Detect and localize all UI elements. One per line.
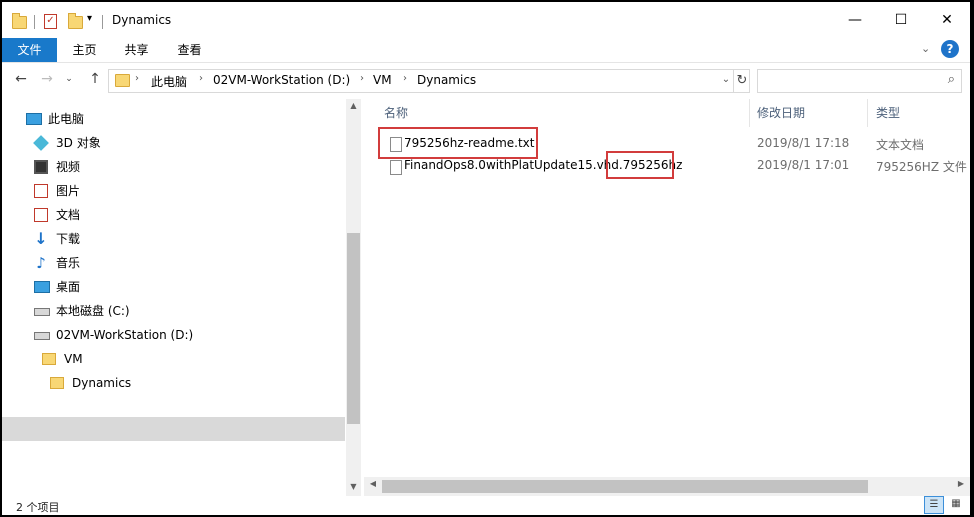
column-separator[interactable]	[867, 99, 868, 127]
close-button[interactable]: ✕	[924, 2, 970, 38]
column-header-modified[interactable]: 修改日期	[757, 99, 805, 127]
breadcrumb-vm[interactable]: VM	[373, 73, 392, 87]
status-bar: 2 个项目 ☰ ▦	[2, 496, 970, 515]
explorer-window: ✓ ▾ Dynamics — ☐ ✕ 文件 主页 共享 查看 ⌄ ? ← → ⌄…	[2, 2, 970, 515]
file-list: ^ 名称 修改日期 类型 795256hz-readme.txt 2019/8/…	[362, 99, 970, 477]
ribbon-tabs: 文件 主页 共享 查看 ⌄ ?	[2, 38, 970, 62]
tab-share[interactable]: 共享	[110, 38, 163, 62]
navigation-pane: 此电脑 3D 对象 视频 图片 文档 ↓ 下载 ♪ 音乐 桌面 本地磁盘 (C:…	[2, 99, 345, 477]
pictures-icon	[34, 184, 48, 198]
folder-icon	[12, 13, 27, 29]
large-icons-view-icon[interactable]: ▦	[946, 496, 966, 514]
file-type: 文本文档	[876, 138, 925, 152]
new-folder-icon[interactable]	[68, 13, 83, 29]
tab-home[interactable]: 主页	[59, 38, 110, 62]
scrollbar-thumb[interactable]	[347, 233, 360, 424]
column-header-type[interactable]: 类型	[876, 99, 900, 127]
annotation-highlight-box	[606, 151, 674, 179]
column-separator[interactable]	[749, 99, 750, 127]
back-arrow-icon[interactable]: ←	[12, 71, 30, 87]
breadcrumb-separator-icon[interactable]: ›	[360, 73, 364, 84]
drive-c-icon	[34, 308, 50, 316]
expand-ribbon-chevron-icon[interactable]: ⌄	[921, 42, 930, 55]
annotation-highlight-box	[378, 127, 538, 159]
scrollbar-thumb[interactable]	[382, 480, 868, 493]
file-list-horizontal-scrollbar[interactable]: ◀ ▶	[364, 477, 970, 496]
address-bar[interactable]: › 此电脑 › 02VM-WorkStation (D:) › VM › Dyn…	[108, 69, 750, 93]
details-view-icon[interactable]: ☰	[924, 496, 944, 514]
scroll-right-arrow-icon[interactable]: ▶	[952, 479, 970, 488]
file-modified: 2019/8/1 17:18	[757, 136, 850, 150]
title-separator	[102, 15, 103, 29]
up-arrow-icon[interactable]: ↑	[86, 71, 104, 87]
file-icon	[390, 160, 402, 175]
drive-d-icon	[34, 332, 50, 340]
breadcrumb-separator-icon[interactable]: ›	[199, 73, 203, 84]
forward-arrow-icon[interactable]: →	[38, 71, 56, 87]
file-type: 795256HZ 文件	[876, 160, 967, 174]
nav-selection-highlight	[2, 417, 345, 441]
breadcrumb-separator-icon[interactable]: ›	[135, 73, 139, 84]
sort-ascending-icon: ^	[560, 99, 568, 105]
title-bar: ✓ ▾ Dynamics — ☐ ✕	[2, 2, 970, 38]
address-folder-icon	[115, 74, 130, 87]
refresh-icon[interactable]: ↻	[733, 70, 750, 92]
tab-view[interactable]: 查看	[163, 38, 216, 62]
folder-icon	[50, 377, 64, 389]
scroll-left-arrow-icon[interactable]: ◀	[364, 479, 382, 488]
search-input[interactable]: ⌕	[757, 69, 962, 93]
column-header-name[interactable]: 名称	[384, 99, 408, 127]
breadcrumb-dynamics[interactable]: Dynamics	[417, 73, 476, 87]
quick-access-separator	[34, 15, 35, 29]
properties-check-icon[interactable]: ✓	[44, 14, 57, 29]
music-icon: ♪	[36, 254, 46, 272]
breadcrumb-separator-icon[interactable]: ›	[403, 73, 407, 84]
3d-objects-icon	[33, 135, 49, 151]
navigation-row: ← → ⌄ ↑ › 此电脑 › 02VM-WorkStation (D:) › …	[2, 63, 970, 97]
folder-icon	[42, 353, 56, 365]
file-modified: 2019/8/1 17:01	[757, 158, 850, 172]
navigation-pane-scrollbar[interactable]: ▲ ▼	[346, 99, 361, 496]
desktop-icon	[34, 281, 50, 293]
scroll-down-arrow-icon[interactable]: ▼	[346, 482, 361, 491]
breadcrumb-this-pc[interactable]: 此电脑	[151, 73, 187, 90]
customize-dropdown-icon[interactable]: ▾	[87, 13, 92, 24]
video-icon	[34, 160, 48, 174]
recent-locations-chevron-icon[interactable]: ⌄	[60, 74, 78, 84]
download-icon: ↓	[34, 229, 48, 248]
search-icon: ⌕	[947, 72, 955, 87]
minimize-button[interactable]: —	[832, 2, 878, 38]
scroll-up-arrow-icon[interactable]: ▲	[346, 101, 361, 110]
computer-icon	[26, 113, 42, 125]
help-icon[interactable]: ?	[941, 40, 959, 58]
item-count: 2 个项目	[16, 501, 60, 514]
file-name-base: FinandOps8.0withPlatUpdate15.vhd	[404, 158, 619, 172]
maximize-button[interactable]: ☐	[878, 2, 924, 38]
breadcrumb-drive-d[interactable]: 02VM-WorkStation (D:)	[213, 73, 350, 87]
tab-file[interactable]: 文件	[2, 38, 57, 62]
documents-icon	[34, 208, 48, 222]
window-title: Dynamics	[112, 13, 172, 27]
